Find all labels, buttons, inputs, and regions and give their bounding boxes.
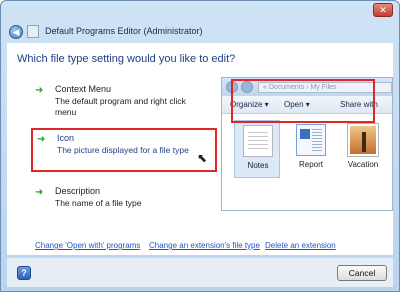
cancel-button[interactable]: Cancel — [337, 265, 387, 281]
delete-extension-link[interactable]: Delete an extension — [265, 241, 336, 250]
green-arrow-icon: ➜ — [35, 85, 44, 96]
file-report: Report — [288, 120, 334, 178]
change-open-with-link[interactable]: Change 'Open with' programs — [35, 241, 140, 250]
help-icon[interactable]: ? — [17, 266, 31, 280]
option-title: Description — [55, 186, 101, 196]
option-context-menu[interactable]: ➜ Context Menu The default program and r… — [31, 81, 217, 121]
option-description: The default program and right click menu — [55, 96, 186, 117]
close-button[interactable]: ✕ — [373, 3, 393, 17]
change-extension-file-type-link[interactable]: Change an extension's file type — [149, 241, 260, 250]
app-icon — [27, 25, 39, 38]
option-icon[interactable]: ➜ Icon The picture displayed for a file … — [31, 128, 217, 172]
word-document-icon — [296, 124, 326, 156]
photo-icon — [348, 124, 378, 156]
file-notes: Notes — [234, 120, 280, 178]
content-panel: Which file type setting would you like t… — [7, 43, 393, 255]
title-bar: ◀ Default Programs Editor (Administrator… — [1, 1, 399, 41]
highlight-box — [231, 79, 375, 123]
text-document-icon — [243, 125, 273, 157]
page-heading: Which file type setting would you like t… — [17, 53, 236, 65]
back-arrow-icon[interactable]: ◀ — [9, 25, 23, 39]
file-label: Notes — [247, 161, 269, 170]
file-vacation: Vacation — [340, 120, 386, 178]
option-title: Context Menu — [55, 84, 112, 94]
footer-bar: ? Cancel — [7, 257, 393, 287]
mouse-cursor-icon: ⬉ — [197, 151, 208, 165]
file-label: Vacation — [347, 160, 379, 169]
option-description-setting[interactable]: ➜ Description The name of a file type — [31, 183, 217, 213]
option-description: The picture displayed for a file type — [57, 145, 189, 155]
file-label: Report — [298, 160, 323, 169]
option-description: The name of a file type — [55, 198, 142, 208]
preview-file-area: Notes Report Vacation — [222, 114, 392, 210]
app-window: ◀ Default Programs Editor (Administrator… — [0, 0, 400, 292]
window-title: Default Programs Editor (Administrator) — [45, 26, 203, 36]
green-arrow-icon: ➜ — [37, 134, 46, 145]
option-title: Icon — [57, 133, 75, 143]
green-arrow-icon: ➜ — [35, 187, 44, 198]
